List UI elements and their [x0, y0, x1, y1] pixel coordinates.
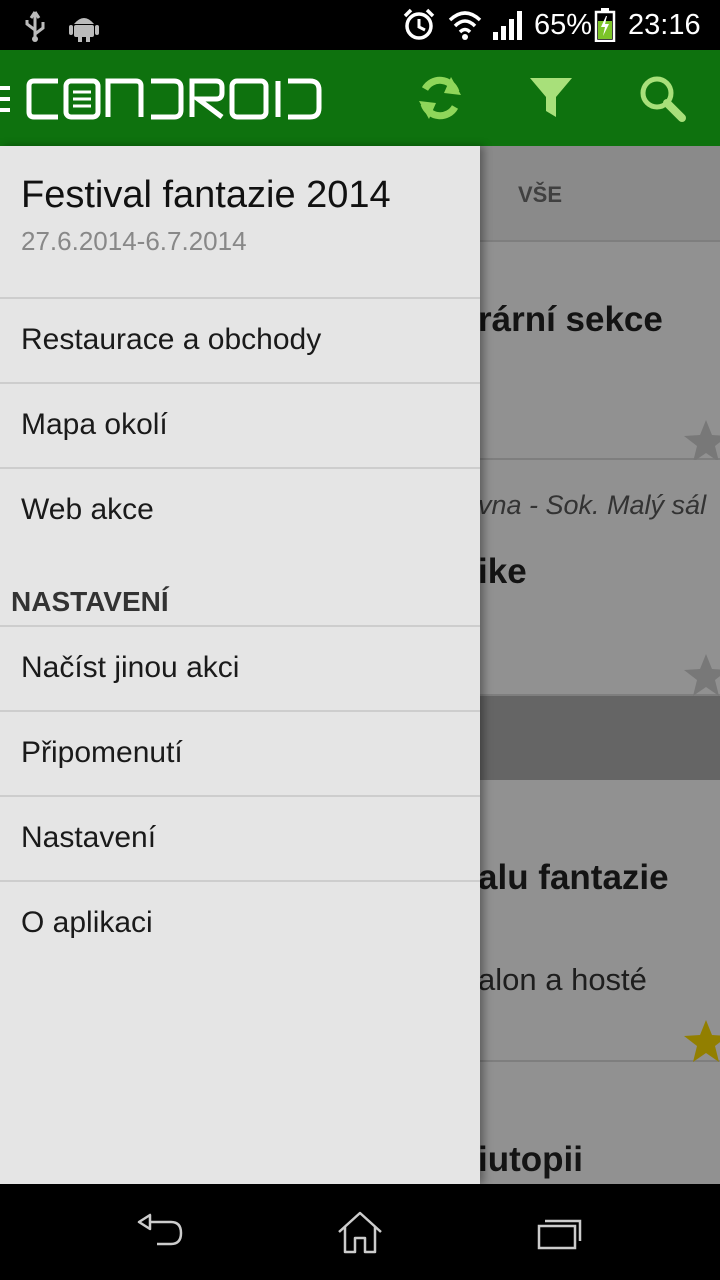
- drawer-item-about[interactable]: O aplikaci: [0, 882, 480, 965]
- drawer-item-label: O aplikaci: [21, 906, 153, 939]
- alarm-icon: [403, 8, 435, 40]
- refresh-button[interactable]: [392, 50, 488, 146]
- drawer-item-label: Mapa okolí: [21, 408, 168, 441]
- filter-icon: [530, 78, 572, 117]
- drawer-item-settings[interactable]: Nastavení: [0, 797, 480, 880]
- condroid-logo[interactable]: [26, 78, 324, 120]
- event-dates: 27.6.2014-6.7.2014: [21, 226, 247, 256]
- home-icon: [338, 1211, 382, 1254]
- battery-percent: 65%: [534, 9, 593, 41]
- drawer-item-load-event[interactable]: Načíst jinou akci: [0, 627, 480, 710]
- drawer-item-label: Restaurace a obchody: [21, 323, 322, 356]
- search-icon: [640, 76, 686, 122]
- drawer-item-label: Připomenutí: [21, 736, 183, 769]
- signal-icon: [493, 11, 522, 40]
- drawer-item-restaurants[interactable]: Restaurace a obchody: [0, 299, 480, 382]
- status-bar: 65% 23:16: [0, 0, 720, 50]
- wifi-icon: [448, 11, 482, 40]
- app-bar: [0, 50, 720, 146]
- drawer-menu-icon[interactable]: [0, 84, 12, 114]
- event-title: Festival fantazie 2014: [21, 174, 391, 216]
- android-debug-icon: [69, 18, 99, 42]
- recent-apps-button[interactable]: [480, 1184, 640, 1280]
- clock: 23:16: [628, 9, 701, 41]
- settings-section-header: NASTAVENÍ: [11, 586, 169, 617]
- drawer-item-map[interactable]: Mapa okolí: [0, 384, 480, 467]
- back-icon: [137, 1213, 183, 1246]
- navigation-drawer: Festival fantazie 2014 27.6.2014-6.7.201…: [0, 146, 480, 1184]
- drawer-item-label: Nastavení: [21, 821, 157, 854]
- back-button[interactable]: [80, 1184, 240, 1280]
- drawer-item-web[interactable]: Web akce: [0, 469, 480, 552]
- drawer-item-label: Načíst jinou akci: [21, 651, 240, 684]
- recent-apps-icon: [537, 1219, 582, 1250]
- battery-charging-icon: [594, 8, 616, 42]
- drawer-item-reminders[interactable]: Připomenutí: [0, 712, 480, 795]
- refresh-icon: [419, 76, 461, 120]
- filter-button[interactable]: [503, 50, 599, 146]
- search-button[interactable]: [614, 50, 710, 146]
- home-button[interactable]: [280, 1184, 440, 1280]
- system-nav-bar: [0, 1184, 720, 1280]
- usb-icon: [25, 11, 45, 42]
- drawer-item-label: Web akce: [21, 493, 154, 526]
